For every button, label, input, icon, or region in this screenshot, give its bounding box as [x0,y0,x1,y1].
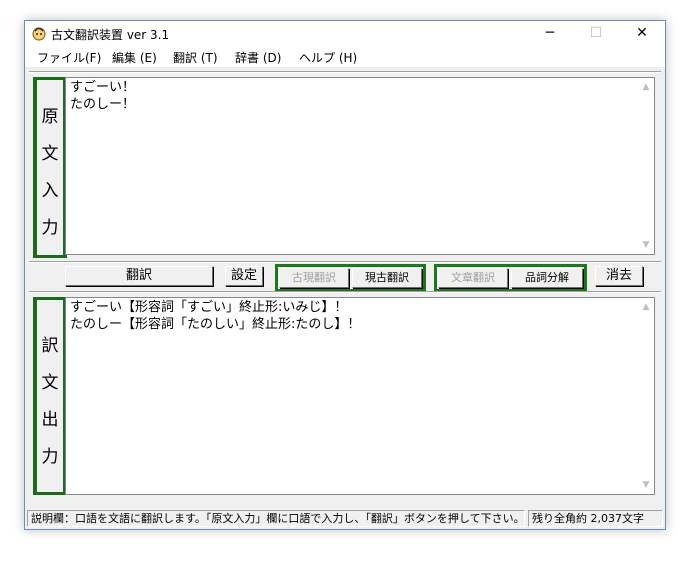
status-help-text: 説明欄：口語を文語に翻訳します。「原文入力」欄に口語で入力し、「翻訳」ボタンを押… [27,510,525,527]
input-panel-label: 原 文 入 力 [33,77,67,258]
window-title: 古文翻訳装置 ver 3.1 [51,28,170,42]
divider [29,71,661,73]
menu-file[interactable]: ファイル(F) [37,49,101,66]
label-char: 力 [41,218,59,238]
label-char: 文 [41,144,59,164]
menu-translate[interactable]: 翻訳 (T) [173,49,218,66]
title-bar[interactable]: 古文翻訳装置 ver 3.1 ─ ☐ ✕ [25,21,665,46]
status-remaining-chars: 残り全角約 2,037文字 [528,510,663,527]
input-scrollbar[interactable]: ▲ ▼ [638,78,654,254]
source-text-input[interactable]: すごーい！ たのしー！ [65,77,655,255]
app-icon [32,27,46,41]
output-scrollbar[interactable]: ▲ ▼ [638,298,654,494]
clear-button[interactable]: 消去 [595,266,643,286]
mode-toggle-group: 文章翻訳 品詞分解 [434,264,587,292]
translate-button[interactable]: 翻訳 [65,266,213,286]
modern-to-classical-button[interactable]: 古現翻訳 [279,268,349,288]
scroll-up-icon[interactable]: ▲ [638,80,654,94]
menu-edit[interactable]: 編集 (E) [112,49,157,66]
menu-bar: ファイル(F) 編集 (E) 翻訳 (T) 辞書 (D) ヘルプ (H) [25,46,665,68]
label-char: 入 [41,181,59,201]
label-char: 力 [41,447,59,467]
classical-to-modern-button[interactable]: 現古翻訳 [352,268,422,288]
menu-dictionary[interactable]: 辞書 (D) [235,49,281,66]
label-char: 原 [41,107,59,127]
label-char: 出 [41,410,59,430]
app-window: 古文翻訳装置 ver 3.1 ─ ☐ ✕ ファイル(F) 編集 (E) 翻訳 (… [24,20,666,530]
settings-button[interactable]: 設定 [225,266,263,286]
output-panel-label: 訳 文 出 力 [33,297,67,495]
scroll-down-icon[interactable]: ▼ [638,238,654,252]
scroll-down-icon[interactable]: ▼ [638,478,654,492]
maximize-button[interactable]: ☐ [573,21,619,46]
close-button[interactable]: ✕ [619,21,665,46]
status-bar: 説明欄：口語を文語に翻訳します。「原文入力」欄に口語で入力し、「翻訳」ボタンを押… [25,508,665,529]
direction-toggle-group: 古現翻訳 現古翻訳 [275,264,426,292]
divider [29,291,661,293]
scroll-up-icon[interactable]: ▲ [638,300,654,314]
sentence-translate-button[interactable]: 文章翻訳 [438,268,508,288]
divider [29,261,661,263]
translation-output[interactable]: すごーい【形容詞「すごい」終止形:いみじ】！ たのしー【形容詞「たのしい」終止形… [65,297,655,495]
menu-help[interactable]: ヘルプ (H) [299,49,357,66]
minimize-button[interactable]: ─ [527,21,573,46]
pos-analysis-button[interactable]: 品詞分解 [511,268,583,288]
label-char: 文 [41,373,59,393]
label-char: 訳 [41,336,59,356]
